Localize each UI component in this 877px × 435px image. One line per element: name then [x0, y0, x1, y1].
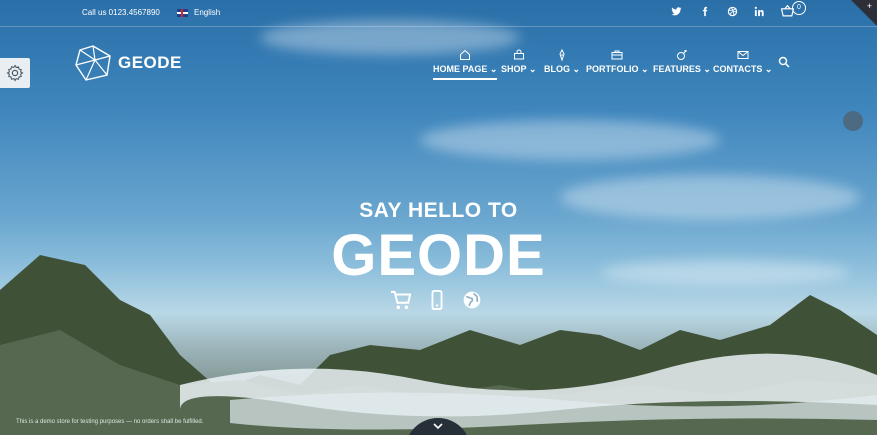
settings-gear-button[interactable]	[0, 58, 30, 88]
sparkle-icon	[676, 50, 687, 60]
cloud	[420, 120, 720, 160]
nav-portfolio[interactable]: PORTFOLIO ⌄	[586, 48, 649, 75]
nav-label: PORTFOLIO ⌄	[586, 64, 649, 74]
hero-title: GEODE	[331, 223, 546, 288]
phone-number[interactable]: Call us 0123.4567890	[82, 8, 160, 17]
linkedin-icon[interactable]	[754, 6, 765, 17]
scroll-down-button[interactable]	[405, 418, 471, 435]
nav-label: HOME PAGE ⌄	[433, 64, 498, 74]
briefcase-icon	[611, 50, 623, 60]
nav-shop[interactable]: SHOP ⌄	[501, 48, 536, 75]
globe-icon	[463, 291, 481, 309]
language-switcher[interactable]: English	[177, 8, 220, 17]
brand-name[interactable]: GEODE	[118, 53, 182, 73]
hero-page: Call us 0123.4567890 English 0 + GEODE H…	[0, 0, 877, 435]
twitter-icon[interactable]	[671, 6, 682, 17]
nav-label: FEATURES ⌄	[653, 64, 711, 74]
cart-count-badge: 0	[792, 1, 806, 15]
search-icon[interactable]	[778, 56, 790, 68]
home-icon	[460, 49, 471, 60]
nav-home-page[interactable]: HOME PAGE ⌄	[433, 48, 497, 80]
language-label: English	[194, 8, 221, 17]
geode-logo[interactable]	[74, 45, 112, 81]
hero-icons	[390, 290, 482, 310]
nav-label: SHOP ⌄	[501, 64, 537, 74]
panel-toggle[interactable]	[851, 0, 877, 26]
cart-icon	[391, 290, 412, 310]
gear-icon	[6, 64, 24, 82]
chevron-down-icon	[433, 423, 443, 430]
top-bar: Call us 0123.4567890 English 0	[0, 0, 877, 27]
mobile-icon	[431, 290, 443, 310]
envelope-icon	[737, 51, 749, 59]
plus-icon[interactable]: +	[867, 1, 872, 11]
shop-icon	[513, 49, 524, 60]
loading-spinner	[843, 111, 863, 131]
demo-notice: This is a demo store for testing purpose…	[16, 419, 204, 425]
hero-kicker: SAY HELLO TO	[359, 199, 518, 222]
uk-flag-icon	[177, 8, 188, 17]
nav-label: CONTACTS ⌄	[713, 64, 773, 74]
nav-blog[interactable]: BLOG ⌄	[544, 48, 580, 75]
nav-contacts[interactable]: CONTACTS ⌄	[713, 48, 772, 75]
facebook-icon[interactable]	[700, 6, 710, 17]
nav-features[interactable]: FEATURES ⌄	[653, 48, 711, 75]
pen-icon	[559, 48, 565, 62]
dribbble-icon[interactable]	[727, 6, 738, 17]
nav-label: BLOG ⌄	[544, 64, 581, 74]
